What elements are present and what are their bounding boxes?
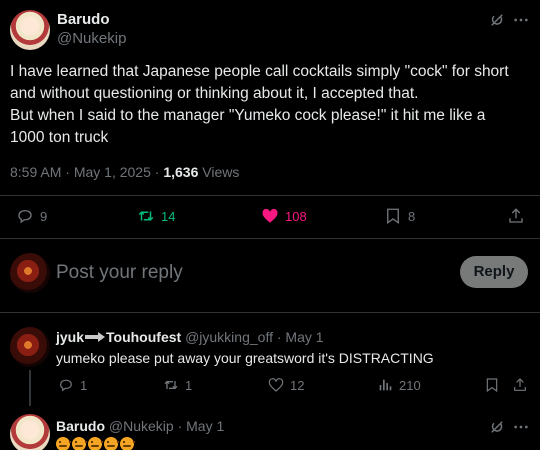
- angry-face-emoji-icon: [72, 437, 87, 450]
- bookmark-icon[interactable]: [484, 377, 500, 393]
- reply-text: yumeko please put away your greatsword i…: [56, 350, 434, 366]
- author-handle[interactable]: @Nukekip: [57, 30, 126, 47]
- reply-icon: [16, 207, 34, 225]
- reply-count: 1: [80, 377, 88, 393]
- views-label: Views: [202, 164, 240, 180]
- retweet-icon: [163, 377, 179, 393]
- my-avatar[interactable]: [10, 253, 50, 293]
- arrow-100-icon: [84, 330, 106, 344]
- tweet-time[interactable]: 8:59 AM: [10, 164, 61, 180]
- thread-line: [29, 370, 31, 406]
- reply-emoji-text: [56, 437, 136, 450]
- like-count: 108: [285, 208, 307, 224]
- tweet-text-line: 1000 ton truck: [10, 129, 109, 146]
- bookmark-count: 8: [408, 208, 416, 224]
- reply-author-handle[interactable]: @Nukekip: [109, 418, 174, 434]
- reply-input[interactable]: Post your reply: [56, 262, 183, 284]
- tweet-text-line: I have learned that Japanese people call…: [10, 63, 509, 80]
- reply-avatar[interactable]: [10, 327, 50, 367]
- retweet-count: 14: [161, 208, 176, 224]
- reply-date[interactable]: May 1: [285, 329, 323, 345]
- reply-header: Barudo @Nukekip · May 1: [56, 418, 224, 434]
- like-count: 12: [290, 377, 305, 393]
- angry-face-emoji-icon: [104, 437, 119, 450]
- views-action[interactable]: 210: [377, 377, 421, 393]
- author-avatar[interactable]: [10, 10, 50, 50]
- angry-face-emoji-icon: [120, 437, 135, 450]
- share-icon[interactable]: [512, 377, 528, 393]
- like-action[interactable]: 108: [261, 207, 307, 225]
- tweet-text-line: But when I said to the manager "Yumeko c…: [10, 107, 486, 124]
- bookmark-action[interactable]: 8: [384, 207, 415, 225]
- reply-author-name[interactable]: jyuk Touhoufest: [56, 329, 185, 345]
- tweet-meta: 8:59 AM · May 1, 2025 · 1,636 Views: [10, 164, 239, 180]
- retweet-action[interactable]: 1: [163, 377, 192, 393]
- retweet-action[interactable]: 14: [137, 207, 175, 225]
- reply-action[interactable]: 1: [58, 377, 87, 393]
- bookmark-icon: [384, 207, 402, 225]
- tweet-text: I have learned that Japanese people call…: [10, 61, 530, 149]
- share-action[interactable]: [507, 207, 525, 225]
- reply-button[interactable]: Reply: [460, 256, 528, 288]
- retweet-icon: [137, 207, 155, 225]
- angry-face-emoji-icon: [88, 437, 103, 450]
- more-icon[interactable]: [513, 419, 529, 435]
- more-icon[interactable]: [513, 12, 529, 28]
- divider: [0, 312, 540, 313]
- like-action[interactable]: 12: [268, 377, 304, 393]
- reply-author-name[interactable]: Barudo: [56, 418, 105, 434]
- meta-separator: ·: [177, 418, 187, 434]
- reply-author-name-prefix: jyuk: [56, 329, 85, 345]
- grok-icon[interactable]: [488, 418, 506, 436]
- meta-separator: ·: [65, 164, 74, 180]
- divider: [0, 195, 540, 196]
- author-name[interactable]: Barudo: [57, 11, 110, 28]
- divider: [0, 238, 540, 239]
- reply-date[interactable]: May 1: [186, 418, 224, 434]
- heart-icon: [268, 377, 284, 393]
- views-count: 1,636: [163, 164, 199, 180]
- retweet-count: 1: [185, 377, 193, 393]
- angry-face-emoji-icon: [56, 437, 71, 450]
- reply-author-handle[interactable]: @jyukking_off: [185, 329, 273, 345]
- share-icon: [507, 207, 525, 225]
- reply-action[interactable]: 9: [16, 207, 47, 225]
- views-icon: [377, 377, 393, 393]
- views-count: 210: [399, 377, 421, 393]
- tweet-text-line: and without questioning or thinking abou…: [10, 85, 419, 102]
- grok-icon[interactable]: [488, 11, 506, 29]
- reply-avatar[interactable]: [10, 414, 50, 450]
- reply-count: 9: [40, 208, 48, 224]
- reply-header: jyuk Touhoufest @jyukking_off · May 1: [56, 329, 324, 345]
- reply-icon: [58, 377, 74, 393]
- tweet-date[interactable]: May 1, 2025: [74, 164, 151, 180]
- heart-icon: [261, 207, 279, 225]
- reply-author-name-suffix: Touhoufest: [106, 329, 182, 345]
